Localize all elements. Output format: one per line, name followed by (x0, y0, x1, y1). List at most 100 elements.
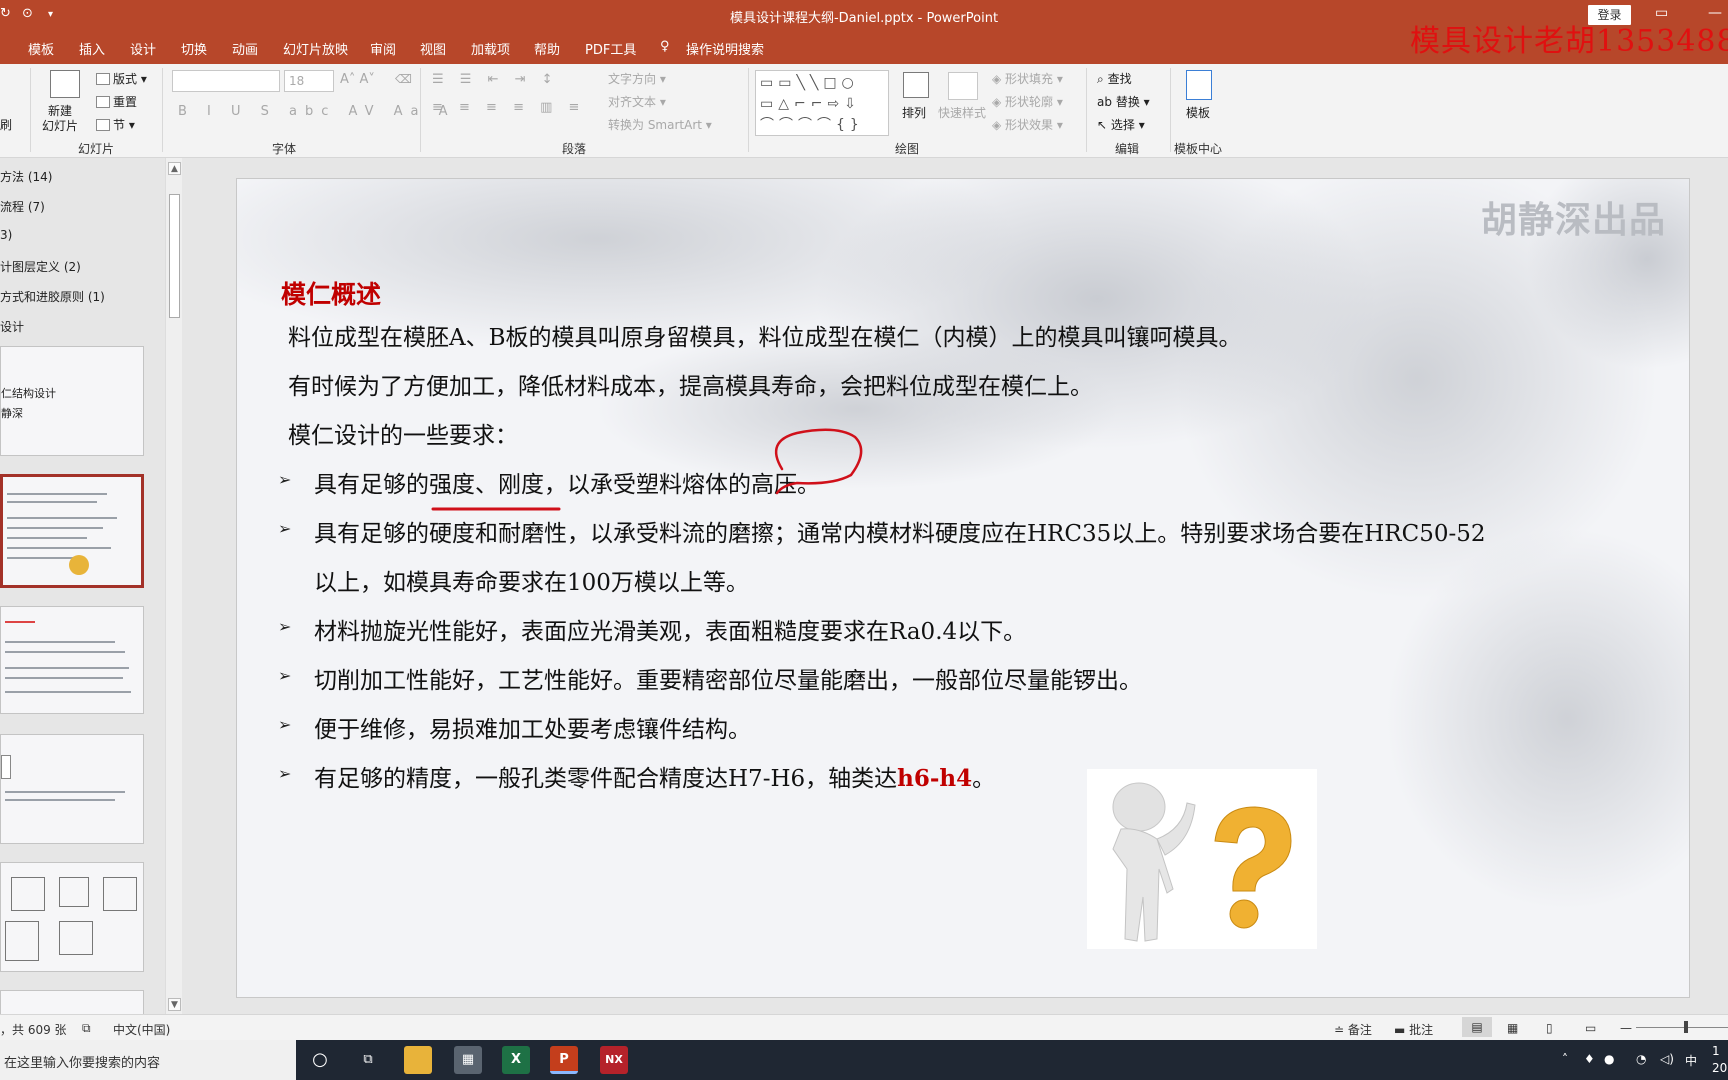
tab-template[interactable]: 模板 (28, 39, 54, 58)
volume-icon[interactable]: ◁) (1660, 1052, 1674, 1066)
thumbnail-title: 仁结构设计 (1, 387, 56, 400)
tab-pdf-tools[interactable]: PDF工具 (585, 39, 636, 58)
font-name-combo[interactable] (172, 70, 280, 92)
outline-section[interactable]: 3) (0, 228, 12, 242)
slide-title: 模仁概述 (281, 280, 382, 309)
template-icon[interactable] (1186, 70, 1212, 100)
slide-thumbnail-selected[interactable] (0, 474, 144, 588)
new-slide-button[interactable]: 新建 幻灯片 (42, 104, 78, 134)
slide-canvas[interactable]: 胡静深出品 模仁概述 料位成型在模胚A、B板的模具叫原身留模具，料位成型在模仁（… (236, 178, 1690, 998)
notes-button[interactable]: ≐ 备注 (1334, 1021, 1372, 1038)
scroll-up-icon[interactable]: ▲ (168, 162, 181, 175)
show-hidden-icons-icon[interactable]: ˄ (1562, 1052, 1568, 1066)
question-mark-figure (1087, 769, 1317, 949)
section-button[interactable]: 节 ▾ (96, 116, 135, 133)
find-button[interactable]: ⌕ 查找 (1097, 70, 1132, 87)
cortana-icon[interactable]: ○ (306, 1046, 334, 1074)
network-icon[interactable]: ◔ (1636, 1052, 1646, 1066)
language-indicator[interactable]: 中文(中国) (113, 1021, 170, 1038)
clear-format-icon[interactable]: ⌫ (395, 72, 412, 86)
nx-icon[interactable]: NX (600, 1046, 628, 1074)
taskbar-search-input[interactable]: 在这里输入你要搜索的内容 (0, 1040, 296, 1080)
clock-time[interactable]: 1 (1712, 1044, 1720, 1058)
increase-font-icon[interactable]: A˄ A˅ (340, 72, 375, 87)
tab-slideshow[interactable]: 幻灯片放映 (283, 39, 348, 58)
reading-view-icon[interactable]: ▯ (1546, 1021, 1553, 1035)
slide-thumbnail[interactable] (0, 734, 144, 844)
template-button[interactable]: 模板 (1186, 104, 1210, 121)
shapes-gallery[interactable]: ▭▭╲╲□○ ▭△⌐⌐⇨⇩ ⌒⌒⌒⌒{} (755, 70, 889, 136)
bullet-arrow-icon: ➢ (278, 764, 292, 783)
outline-section[interactable]: 方法 (14) (0, 168, 52, 185)
windows-taskbar: 在这里输入你要搜索的内容 ○ ⧉ ▦ X P NX ˄ ♦ ● ◔ ◁) 中 1… (0, 1040, 1728, 1080)
slideshow-view-icon[interactable]: ▭ (1585, 1021, 1596, 1035)
align-text-button[interactable]: 对齐文本 ▾ (608, 93, 666, 110)
zoom-slider[interactable] (1636, 1027, 1728, 1028)
tab-view[interactable]: 视图 (420, 39, 446, 58)
bullet-2: 具有足够的硬度和耐磨性，以承受料流的磨擦；通常内模材料硬度应在HRC35以上。特… (314, 521, 1486, 547)
convert-smartart-button[interactable]: 转换为 SmartArt ▾ (608, 116, 712, 133)
comments-button[interactable]: ▬ 批注 (1394, 1021, 1433, 1038)
slide-thumbnail[interactable]: 仁结构设计 静深 (0, 346, 144, 456)
ribbon: 刷 新建 幻灯片 版式 ▾ 重置 节 ▾ 幻灯片 18 A˄ A˅ ⌫ B I … (0, 64, 1728, 158)
ime-indicator[interactable]: 中 (1685, 1052, 1697, 1069)
arrange-icon[interactable] (903, 72, 929, 98)
slide-thumbnail[interactable] (0, 862, 144, 972)
thumbnail-scrollbar[interactable]: ▲ ▼ (165, 158, 182, 1014)
select-button[interactable]: ↖ 选择 ▾ (1097, 116, 1145, 133)
list-buttons[interactable]: ☰ ☰ ⇤ ⇥ ↕ (432, 72, 559, 87)
shape-outline-button[interactable]: ◈ 形状轮廓 ▾ (992, 93, 1063, 110)
outline-section[interactable]: 流程 (7) (0, 198, 45, 215)
quick-styles-button[interactable]: 快速样式 (938, 104, 986, 121)
tell-me-search[interactable]: 操作说明搜索 (686, 39, 764, 58)
spellcheck-icon[interactable]: ⧉ (82, 1021, 91, 1036)
task-view-icon[interactable]: ⧉ (354, 1046, 382, 1074)
font-size-combo[interactable]: 18 (284, 70, 334, 92)
zoom-out-icon[interactable]: — (1620, 1021, 1632, 1035)
microphone-icon[interactable]: ♦ (1584, 1052, 1595, 1066)
zoom-slider-thumb[interactable] (1684, 1021, 1688, 1033)
bullet-3: 材料抛旋光性能好，表面应光滑美观，表面粗糙度要求在Ra0.4以下。 (314, 619, 1027, 645)
powerpoint-icon[interactable]: P (550, 1046, 578, 1074)
font-format-buttons[interactable]: B I U S abc AV Aa A (178, 104, 456, 119)
qq-icon[interactable]: ● (1604, 1052, 1614, 1066)
question-figure-icon (69, 555, 89, 575)
clock-date[interactable]: 20 (1712, 1061, 1727, 1075)
bullet-1: 具有足够的强度、刚度，以承受塑料熔体的高压。 (314, 472, 820, 498)
alignment-buttons[interactable]: ≡ ≡ ≡ ≡ ▥ ≡ (432, 100, 585, 115)
file-explorer-icon[interactable] (404, 1046, 432, 1074)
tab-addins[interactable]: 加载项 (471, 39, 510, 58)
group-label-font: 字体 (272, 142, 297, 156)
tab-review[interactable]: 审阅 (370, 39, 396, 58)
calculator-icon[interactable]: ▦ (454, 1046, 482, 1074)
tab-design[interactable]: 设计 (130, 39, 156, 58)
replace-button[interactable]: ab 替换 ▾ (1097, 93, 1150, 110)
bullet-4: 切削加工性能好，工艺性能好。重要精密部位尽量能磨出，一般部位尽量能锣出。 (314, 668, 1142, 694)
outline-section[interactable]: 计图层定义 (2) (0, 258, 81, 275)
group-label-paragraph: 段落 (562, 142, 587, 156)
quick-styles-icon[interactable] (948, 72, 978, 100)
tab-help[interactable]: 帮助 (534, 39, 560, 58)
thumbnail-subtitle: 静深 (1, 407, 23, 420)
group-label-slides: 幻灯片 (78, 142, 115, 156)
outline-section[interactable]: 方式和进胶原则 (1) (0, 288, 105, 305)
tab-transitions[interactable]: 切换 (181, 39, 207, 58)
brand-watermark: 胡静深出品 (1481, 200, 1667, 241)
reset-button[interactable]: 重置 (96, 93, 137, 110)
scroll-down-icon[interactable]: ▼ (168, 998, 181, 1011)
shape-effects-button[interactable]: ◈ 形状效果 ▾ (992, 116, 1063, 133)
slide-thumbnail[interactable] (0, 606, 144, 714)
excel-icon[interactable]: X (502, 1046, 530, 1074)
slide-sorter-icon[interactable]: ▦ (1507, 1021, 1518, 1035)
normal-view-icon[interactable]: ▤ (1462, 1017, 1492, 1037)
bullet-arrow-icon: ➢ (278, 470, 292, 489)
scroll-thumb[interactable] (169, 194, 180, 318)
new-slide-icon[interactable] (50, 70, 80, 98)
layout-button[interactable]: 版式 ▾ (96, 70, 147, 87)
outline-section[interactable]: 设计 (0, 318, 24, 335)
format-painter-button[interactable]: 刷 (0, 116, 12, 133)
tab-animations[interactable]: 动画 (232, 39, 258, 58)
tab-insert[interactable]: 插入 (79, 39, 105, 58)
shape-fill-button[interactable]: ◈ 形状填充 ▾ (992, 70, 1063, 87)
arrange-button[interactable]: 排列 (902, 104, 926, 121)
